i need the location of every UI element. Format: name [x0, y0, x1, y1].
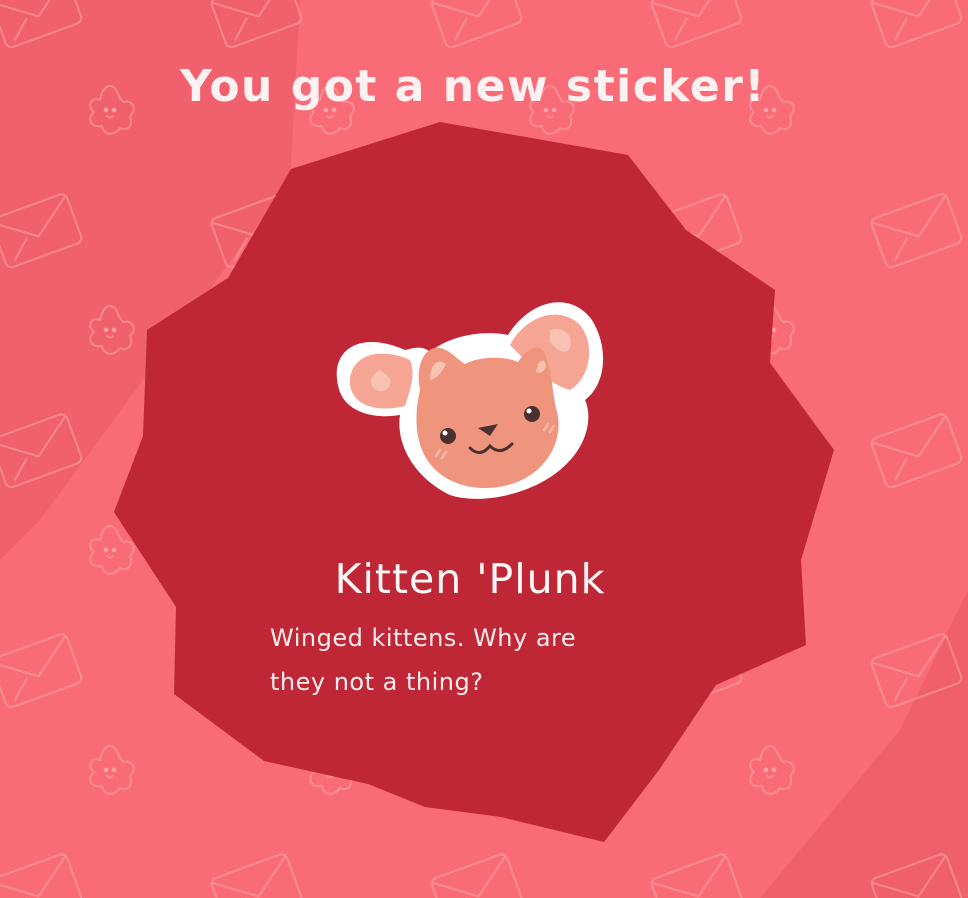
winged-kitten-face-icon [336, 302, 604, 499]
sticker-name: Kitten 'Plunk [334, 555, 606, 603]
sticker-description: Winged kittens. Why are they not a thing… [270, 624, 577, 696]
